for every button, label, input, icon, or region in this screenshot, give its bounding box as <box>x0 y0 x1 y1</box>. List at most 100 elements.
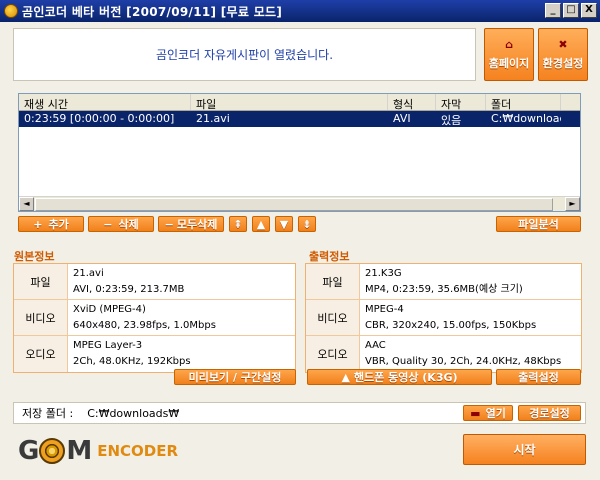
scroll-left-icon[interactable]: ◄ <box>19 197 34 211</box>
cell-duration: 0:23:59 [0:00:00 - 0:00:00] <box>24 112 175 125</box>
row-label: 비디오 <box>306 300 360 335</box>
source-info-table: 파일 21.avi AVI, 0:23:59, 213.7MB 비디오 XviD… <box>13 263 296 373</box>
minus-icon: − <box>164 217 174 231</box>
gom-encoder-logo: G M ENCODER <box>18 436 178 466</box>
column-folder[interactable]: 폴더 <box>486 94 561 110</box>
move-bottom-icon: ⇟ <box>302 217 312 231</box>
column-duration[interactable]: 재생 시간 <box>19 94 191 110</box>
window-controls: _ □ X <box>545 3 597 18</box>
value-line: CBR, 320x240, 15.00fps, 150Kbps <box>365 320 537 331</box>
value-line: 21.K3G <box>365 268 402 279</box>
row-label: 파일 <box>14 264 68 299</box>
file-list[interactable]: 재생 시간 파일 형식 자막 폴더 0:23:59 [0:00:00 - 0:0… <box>18 93 581 212</box>
cell-format: AVI <box>393 112 411 125</box>
row-label: 파일 <box>306 264 360 299</box>
column-subtitle[interactable]: 자막 <box>436 94 486 110</box>
move-up-button[interactable]: ▲ <box>252 216 270 232</box>
start-label: 시작 <box>513 443 536 457</box>
output-info-table: 파일 21.K3G MP4, 0:23:59, 35.6MB(예상 크기) 비디… <box>305 263 582 373</box>
set-path-label: 경로설정 <box>529 407 570 420</box>
notice-text[interactable]: 곰인코더 자유게시판이 열렸습니다. <box>156 46 333 63</box>
window-title: 곰인코더 베타 버전 [2007/09/11] [무료 모드] <box>22 4 283 19</box>
row-label: 오디오 <box>306 336 360 372</box>
preferences-label: 환경설정 <box>542 57 584 70</box>
output-settings-button[interactable]: 출력설정 <box>496 369 581 385</box>
move-top-icon: ⇞ <box>233 217 243 231</box>
open-folder-label: 열기 <box>485 407 506 420</box>
preview-range-button[interactable]: 미리보기 / 구간설정 <box>174 369 296 385</box>
output-settings-label: 출력설정 <box>518 371 559 384</box>
row-label: 오디오 <box>14 336 68 372</box>
output-file-row: 파일 21.K3G MP4, 0:23:59, 35.6MB(예상 크기) <box>306 264 581 300</box>
row-value: 21.K3G MP4, 0:23:59, 35.6MB(예상 크기) <box>360 264 528 299</box>
cell-file: 21.avi <box>196 112 230 125</box>
wrench-icon: ✖ <box>558 38 568 51</box>
add-label: 추가 <box>48 218 69 231</box>
plus-icon: + <box>33 217 43 231</box>
triangle-down-icon: ▼ <box>279 217 289 231</box>
value-line: 2Ch, 48.0KHz, 192Kbps <box>73 356 191 367</box>
move-down-button[interactable]: ▼ <box>275 216 293 232</box>
title-bar: 곰인코더 베타 버전 [2007/09/11] [무료 모드] _ □ X <box>0 0 600 22</box>
file-analysis-button[interactable]: 파일분석 <box>496 216 581 232</box>
folder-icon: ▬ <box>470 406 481 420</box>
source-file-row: 파일 21.avi AVI, 0:23:59, 213.7MB <box>14 264 295 300</box>
move-top-button[interactable]: ⇞ <box>229 216 247 232</box>
save-folder-label: 저장 폴더 : <box>22 407 74 420</box>
value-line: AAC <box>365 340 386 351</box>
logo-letter: G <box>18 436 39 466</box>
app-icon <box>4 4 18 18</box>
delete-button[interactable]: − 삭제 <box>88 216 154 232</box>
minimize-button[interactable]: _ <box>545 3 561 18</box>
source-info-heading: 원본정보 <box>14 250 55 263</box>
row-value: MPEG Layer-3 2Ch, 48.0KHz, 192Kbps <box>68 336 196 372</box>
source-audio-row: 오디오 MPEG Layer-3 2Ch, 48.0KHz, 192Kbps <box>14 336 295 372</box>
file-list-header: 재생 시간 파일 형식 자막 폴더 <box>19 94 580 111</box>
value-line: XviD (MPEG-4) <box>73 304 146 315</box>
maximize-button[interactable]: □ <box>563 3 579 18</box>
cell-subtitle: 있음 <box>441 114 462 127</box>
minus-icon: − <box>103 217 113 231</box>
preferences-button[interactable]: ✖ 환경설정 <box>538 28 588 81</box>
triangle-up-icon: ▲ <box>256 217 266 231</box>
delete-label: 삭제 <box>118 218 139 231</box>
value-line: VBR, Quality 30, 2Ch, 24.0KHz, 48Kbps <box>365 356 562 367</box>
open-folder-button[interactable]: ▬ 열기 <box>463 405 513 421</box>
file-analysis-label: 파일분석 <box>518 218 559 231</box>
output-preset-label: 핸드폰 동영상 (K3G) <box>353 371 458 384</box>
horizontal-scrollbar[interactable]: ◄ ► <box>19 196 580 211</box>
value-line: MPEG-4 <box>365 304 404 315</box>
add-button[interactable]: + 추가 <box>18 216 84 232</box>
save-folder-path: C:₩downloads₩ <box>87 406 180 420</box>
value-line: 21.avi <box>73 268 104 279</box>
column-format[interactable]: 형식 <box>388 94 436 110</box>
notice-panel[interactable]: 곰인코더 자유게시판이 열렸습니다. <box>13 28 476 81</box>
value-line: MPEG Layer-3 <box>73 340 143 351</box>
column-file[interactable]: 파일 <box>191 94 388 110</box>
value-line: AVI, 0:23:59, 213.7MB <box>73 284 185 295</box>
source-video-row: 비디오 XviD (MPEG-4) 640x480, 23.98fps, 1.0… <box>14 300 295 336</box>
home-icon: ⌂ <box>505 38 513 51</box>
logo-letter: M <box>66 436 92 466</box>
row-value: AAC VBR, Quality 30, 2Ch, 24.0KHz, 48Kbp… <box>360 336 566 372</box>
set-path-button[interactable]: 경로설정 <box>518 405 581 421</box>
delete-all-button[interactable]: − 모두삭제 <box>158 216 224 232</box>
scroll-right-icon[interactable]: ► <box>565 197 580 211</box>
close-button[interactable]: X <box>581 3 597 18</box>
gom-logo: G M <box>18 436 92 466</box>
table-row[interactable]: 0:23:59 [0:00:00 - 0:00:00] 21.avi AVI 있… <box>19 111 580 127</box>
value-line: 640x480, 23.98fps, 1.0Mbps <box>73 320 216 331</box>
homepage-button[interactable]: ⌂ 홈페이지 <box>484 28 534 81</box>
row-value: XviD (MPEG-4) 640x480, 23.98fps, 1.0Mbps <box>68 300 221 335</box>
output-preset-dropdown[interactable]: ▲ 핸드폰 동영상 (K3G) <box>307 369 492 385</box>
start-button[interactable]: 시작 <box>463 434 586 465</box>
scroll-thumb[interactable] <box>35 198 553 211</box>
output-info-heading: 출력정보 <box>309 250 350 263</box>
row-value: MPEG-4 CBR, 320x240, 15.00fps, 150Kbps <box>360 300 541 335</box>
cell-folder: C:₩downloads₩ <box>491 112 561 125</box>
encoder-wordmark: ENCODER <box>97 442 179 460</box>
move-bottom-button[interactable]: ⇟ <box>298 216 316 232</box>
preview-range-label: 미리보기 / 구간설정 <box>188 371 282 384</box>
row-value: 21.avi AVI, 0:23:59, 213.7MB <box>68 264 189 299</box>
value-line: MP4, 0:23:59, 35.6MB(예상 크기) <box>365 284 523 295</box>
